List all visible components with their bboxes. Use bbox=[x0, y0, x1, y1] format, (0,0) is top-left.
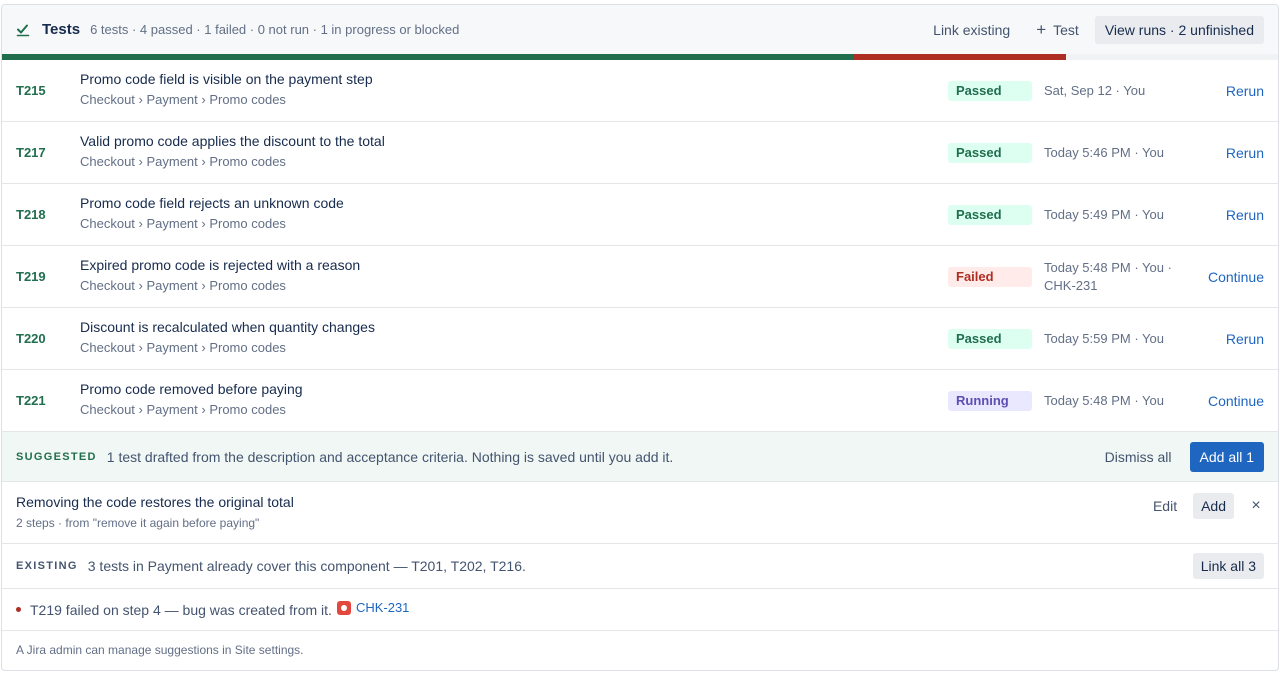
bug-link[interactable]: CHK-231 bbox=[356, 600, 409, 615]
rerun-button[interactable]: Rerun bbox=[1226, 145, 1264, 161]
add-test-button[interactable]: + Test bbox=[1026, 15, 1089, 44]
test-row[interactable]: T219 Expired promo code is rejected with… bbox=[2, 246, 1278, 308]
test-name[interactable]: Discount is recalculated when quantity c… bbox=[80, 318, 375, 336]
add-test-label: Test bbox=[1053, 21, 1079, 38]
footer-note: A Jira admin can manage suggestions in S… bbox=[16, 643, 304, 657]
existing-kicker: EXISTING bbox=[16, 560, 78, 572]
status-badge: Failed bbox=[948, 266, 1032, 287]
continue-button[interactable]: Continue bbox=[1208, 393, 1264, 409]
close-icon[interactable]: × bbox=[1248, 497, 1264, 515]
test-meta: Today 5:59 PM · You bbox=[1044, 330, 1164, 346]
link-existing-button[interactable]: Link existing bbox=[923, 16, 1020, 44]
test-id[interactable]: T215 bbox=[16, 83, 46, 98]
suggested-test-actions: Edit Add × bbox=[1143, 492, 1264, 520]
test-id[interactable]: T220 bbox=[16, 331, 46, 346]
test-main: Expired promo code is rejected with a re… bbox=[80, 256, 360, 294]
test-path: Checkout › Payment › Promo codes bbox=[80, 278, 286, 293]
test-main: Discount is recalculated when quantity c… bbox=[80, 318, 375, 356]
rerun-button[interactable]: Rerun bbox=[1226, 83, 1264, 99]
test-name[interactable]: Promo code field rejects an unknown code bbox=[80, 194, 344, 212]
test-name[interactable]: Promo code removed before paying bbox=[80, 380, 303, 398]
test-main: Promo code field is visible on the payme… bbox=[80, 70, 373, 108]
suggested-test-item: Removing the code restores the original … bbox=[2, 482, 1278, 544]
tests-header: Tests 6 tests · 4 passed · 1 failed · 0 … bbox=[2, 5, 1278, 54]
rerun-button[interactable]: Rerun bbox=[1226, 207, 1264, 223]
add-button[interactable]: Add bbox=[1193, 493, 1234, 519]
plus-icon: + bbox=[1036, 20, 1047, 39]
test-path: Checkout › Payment › Promo codes bbox=[80, 92, 286, 107]
existing-banner: EXISTING 3 tests in Payment already cove… bbox=[2, 544, 1278, 589]
link-all-button[interactable]: Link all 3 bbox=[1192, 553, 1264, 579]
test-id[interactable]: T221 bbox=[16, 393, 46, 408]
check-icon bbox=[16, 22, 32, 38]
test-id[interactable]: T218 bbox=[16, 207, 46, 222]
continue-button[interactable]: Continue bbox=[1208, 269, 1264, 285]
tests-summary: 6 tests · 4 passed · 1 failed · 0 not ru… bbox=[90, 22, 460, 37]
existing-message: 3 tests in Payment already cover this co… bbox=[87, 558, 526, 574]
test-row[interactable]: T221 Promo code removed before paying Ch… bbox=[2, 370, 1278, 432]
suggested-banner: SUGGESTED 1 test drafted from the descri… bbox=[2, 432, 1278, 482]
test-id[interactable]: T219 bbox=[16, 269, 46, 284]
test-path: Checkout › Payment › Promo codes bbox=[80, 402, 286, 417]
test-row[interactable]: T215 Promo code field is visible on the … bbox=[2, 60, 1278, 122]
dismiss-all-button[interactable]: Dismiss all bbox=[1095, 443, 1182, 471]
status-badge: Passed bbox=[948, 142, 1032, 163]
suggested-test-name: Removing the code restores the original … bbox=[16, 494, 294, 510]
test-main: Valid promo code applies the discount to… bbox=[80, 132, 385, 170]
suggested-message: 1 test drafted from the description and … bbox=[106, 448, 674, 465]
test-main: Promo code field rejects an unknown code… bbox=[80, 194, 344, 232]
test-list: T215 Promo code field is visible on the … bbox=[2, 60, 1278, 432]
status-badge: Passed bbox=[948, 328, 1032, 349]
suggested-kicker: SUGGESTED bbox=[16, 450, 97, 463]
add-all-button[interactable]: Add all 1 bbox=[1189, 441, 1264, 472]
test-path: Checkout › Payment › Promo codes bbox=[80, 154, 286, 169]
panel-title: Tests bbox=[42, 21, 81, 38]
test-id[interactable]: T217 bbox=[16, 145, 46, 160]
test-meta: Today 5:49 PM · You bbox=[1044, 206, 1164, 222]
edit-button[interactable]: Edit bbox=[1143, 492, 1187, 520]
test-meta: Today 5:48 PM · You bbox=[1044, 392, 1164, 408]
suggested-test-desc: 2 steps · from "remove it again before p… bbox=[16, 516, 260, 530]
test-meta: Today 5:46 PM · You bbox=[1044, 144, 1164, 160]
test-path: Checkout › Payment › Promo codes bbox=[80, 216, 286, 231]
test-main: Promo code removed before paying Checkou… bbox=[80, 380, 303, 418]
bullet-dot bbox=[16, 607, 21, 612]
test-meta: Sat, Sep 12 · You bbox=[1044, 82, 1146, 98]
test-name[interactable]: Valid promo code applies the discount to… bbox=[80, 132, 385, 150]
status-badge: Passed bbox=[948, 204, 1032, 225]
test-name[interactable]: Promo code field is visible on the payme… bbox=[80, 70, 373, 88]
test-row[interactable]: T218 Promo code field rejects an unknown… bbox=[2, 184, 1278, 246]
rerun-button[interactable]: Rerun bbox=[1226, 331, 1264, 347]
bug-icon bbox=[336, 600, 351, 615]
view-runs-button[interactable]: View runs · 2 unfinished bbox=[1094, 15, 1264, 44]
test-row[interactable]: T217 Valid promo code applies the discou… bbox=[2, 122, 1278, 184]
test-row[interactable]: T220 Discount is recalculated when quant… bbox=[2, 308, 1278, 370]
tests-panel: Tests 6 tests · 4 passed · 1 failed · 0 … bbox=[1, 4, 1279, 671]
test-name[interactable]: Expired promo code is rejected with a re… bbox=[80, 256, 360, 274]
bug-notice: T219 failed on step 4 — bug was created … bbox=[2, 589, 1278, 631]
status-badge: Running bbox=[948, 390, 1032, 411]
test-path: Checkout › Payment › Promo codes bbox=[80, 340, 286, 355]
test-meta: Today 5:48 PM · You · CHK-231 bbox=[1044, 259, 1172, 293]
bug-message: T219 failed on step 4 — bug was created … bbox=[30, 601, 332, 618]
status-badge: Passed bbox=[948, 80, 1032, 101]
